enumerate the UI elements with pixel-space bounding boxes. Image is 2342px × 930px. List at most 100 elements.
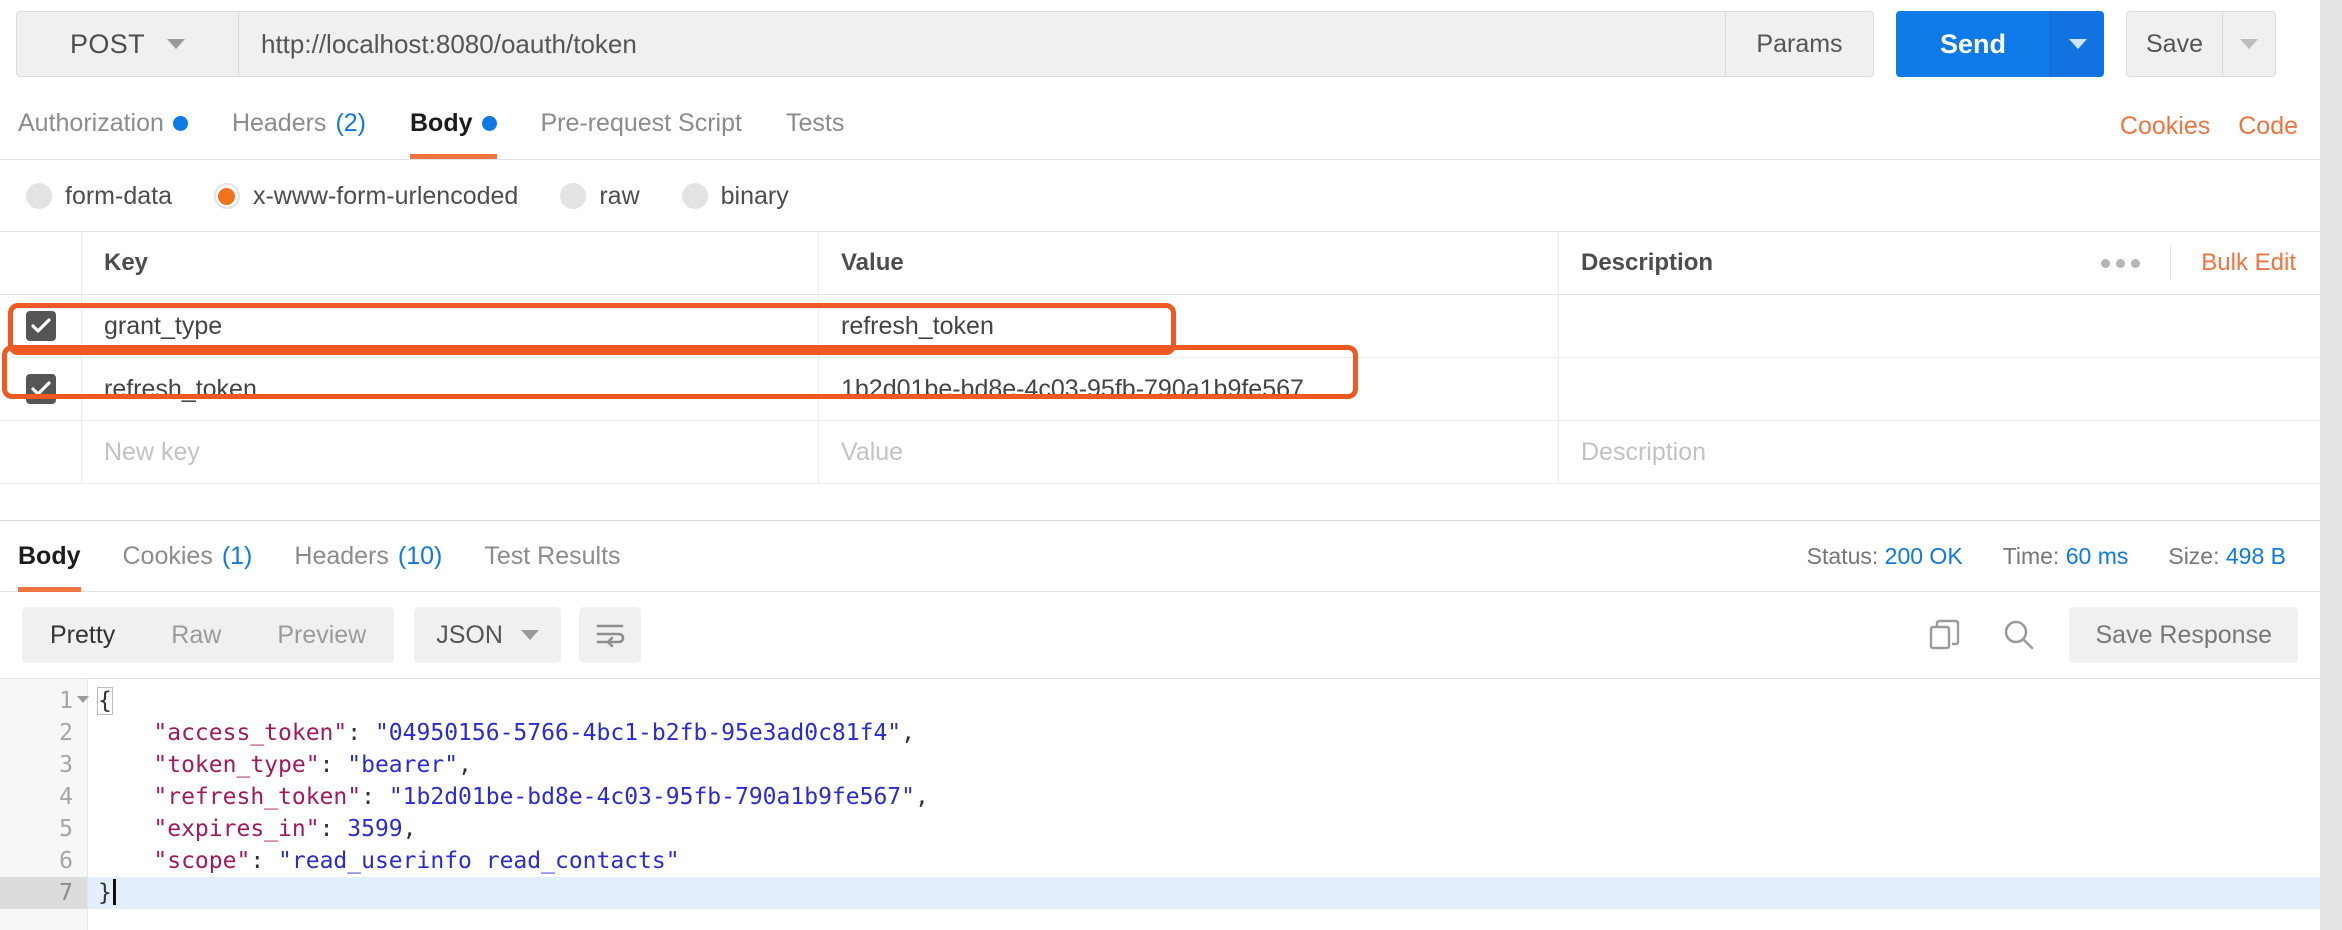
row-checkbox-checked[interactable]	[26, 374, 56, 404]
view-mode-preview[interactable]: Preview	[249, 607, 394, 663]
code-token: :	[250, 848, 278, 874]
format-selector[interactable]: JSON	[414, 607, 561, 663]
response-tab-test-results[interactable]: Test Results	[484, 520, 620, 592]
status-dot-icon	[173, 116, 188, 131]
view-mode-label: Preview	[277, 621, 366, 650]
size-meta: Size: 498 B	[2168, 543, 2286, 570]
row-description-cell[interactable]	[1559, 295, 2320, 357]
row-key-cell[interactable]: grant_type	[82, 295, 819, 357]
line-number: 7	[0, 877, 87, 909]
cookies-link[interactable]: Cookies	[2120, 112, 2210, 141]
wrap-lines-button[interactable]	[579, 607, 641, 663]
params-button[interactable]: Params	[1726, 11, 1874, 77]
more-options-icon[interactable]	[2071, 259, 2170, 268]
save-button[interactable]: Save	[2126, 11, 2222, 77]
radio-binary[interactable]: binary	[682, 182, 789, 211]
header-key-cell: Key	[82, 232, 819, 294]
response-tab-body[interactable]: Body	[18, 520, 81, 592]
line-number: 3	[0, 749, 87, 781]
request-url-bar: POST http://localhost:8080/oauth/token P…	[0, 0, 2320, 88]
search-button[interactable]	[1995, 611, 2043, 659]
row-checkbox-checked[interactable]	[26, 311, 56, 341]
row-checkbox-cell	[0, 421, 82, 483]
tab-label: Pre-request Script	[541, 109, 742, 138]
view-mode-label: Raw	[171, 621, 221, 650]
response-meta: Status: 200 OK Time: 60 ms Size: 498 B	[1807, 543, 2320, 570]
request-tabs-right-links: Cookies Code	[2120, 112, 2320, 159]
new-key-input[interactable]: New key	[82, 421, 819, 483]
line-number: 4	[0, 781, 87, 813]
table-row[interactable]: refresh_token 1b2d01be-bd8e-4c03-95fb-79…	[0, 358, 2320, 421]
url-input[interactable]: http://localhost:8080/oauth/token	[238, 11, 1726, 77]
code-token: "token_type"	[98, 752, 320, 778]
window-scrollbar-gutter[interactable]	[2320, 0, 2342, 930]
line-number: 2	[0, 717, 87, 749]
table-row[interactable]: grant_type refresh_token	[0, 295, 2320, 358]
row-description-cell[interactable]	[1559, 358, 2320, 420]
code-token: "04950156-5766-4bc1-b2fb-95e3ad0c81f4"	[375, 720, 901, 746]
code-link[interactable]: Code	[2238, 112, 2298, 141]
tab-body[interactable]: Body	[410, 87, 497, 159]
radio-form-data[interactable]: form-data	[26, 182, 172, 211]
table-row-new[interactable]: New key Value Description	[0, 421, 2320, 484]
tab-authorization[interactable]: Authorization	[18, 87, 188, 159]
format-label: JSON	[436, 621, 503, 650]
view-mode-raw[interactable]: Raw	[143, 607, 249, 663]
code-token: "bearer"	[347, 752, 458, 778]
response-body-editor[interactable]: 1234567 { "access_token": "04950156-5766…	[0, 678, 2320, 930]
new-description-input[interactable]: Description	[1559, 421, 2320, 483]
new-value-input[interactable]: Value	[819, 421, 1559, 483]
radio-x-www-form-urlencoded[interactable]: x-www-form-urlencoded	[214, 182, 518, 211]
code-line: "refresh_token": "1b2d01be-bd8e-4c03-95f…	[88, 781, 2320, 813]
radio-selected-icon	[214, 183, 240, 209]
tab-label: Body	[18, 542, 81, 571]
copy-button[interactable]	[1921, 611, 1969, 659]
header-description-label: Description	[1581, 249, 1713, 277]
bulk-edit-link[interactable]: Bulk Edit	[2171, 249, 2296, 277]
tab-label: Headers	[232, 109, 327, 138]
row-value-cell[interactable]: 1b2d01be-bd8e-4c03-95fb-790a1b9fe567	[819, 358, 1559, 420]
header-value-label: Value	[841, 249, 904, 277]
save-options-button[interactable]	[2222, 11, 2276, 77]
send-options-button[interactable]	[2050, 11, 2104, 77]
chevron-down-icon	[521, 630, 539, 640]
line-number: 1	[0, 685, 87, 717]
new-description-placeholder: Description	[1581, 438, 1706, 467]
body-type-radio-group: form-data x-www-form-urlencoded raw bina…	[0, 161, 2320, 231]
code-token: ,	[403, 816, 417, 842]
postman-window: POST http://localhost:8080/oauth/token P…	[0, 0, 2342, 930]
code-token: :	[347, 720, 375, 746]
response-tab-cookies[interactable]: Cookies (1)	[123, 520, 253, 592]
code-token: :	[361, 784, 389, 810]
tab-headers[interactable]: Headers (2)	[232, 87, 366, 159]
save-response-button[interactable]: Save Response	[2069, 607, 2298, 663]
code-line: "token_type": "bearer",	[88, 749, 2320, 781]
tab-label: Headers	[294, 542, 389, 571]
tab-tests[interactable]: Tests	[786, 87, 844, 159]
view-mode-label: Pretty	[50, 621, 115, 650]
request-tabs: Authorization Headers (2) Body Pre-reque…	[0, 88, 2320, 160]
row-value-cell[interactable]: refresh_token	[819, 295, 1559, 357]
time-label: Time:	[2003, 543, 2060, 569]
copy-icon	[1928, 618, 1962, 652]
radio-raw[interactable]: raw	[560, 182, 639, 211]
size-value: 498 B	[2226, 543, 2286, 569]
tab-count-badge: (10)	[398, 542, 442, 571]
response-toolbar: Pretty Raw Preview JSON	[0, 592, 2320, 678]
params-table-header: Key Value Description Bulk Edit	[0, 231, 2320, 295]
code-token: {	[98, 688, 112, 714]
view-mode-pretty[interactable]: Pretty	[22, 607, 143, 663]
response-tab-headers[interactable]: Headers (10)	[294, 520, 442, 592]
http-method-selector[interactable]: POST	[16, 11, 238, 77]
code-content[interactable]: { "access_token": "04950156-5766-4bc1-b2…	[88, 679, 2320, 930]
code-token: :	[320, 816, 348, 842]
send-button[interactable]: Send	[1896, 11, 2050, 77]
code-token: "expires_in"	[98, 816, 320, 842]
search-icon	[2002, 618, 2036, 652]
chevron-down-icon	[2069, 39, 2087, 49]
code-line: "access_token": "04950156-5766-4bc1-b2fb…	[88, 717, 2320, 749]
view-mode-segmented-control: Pretty Raw Preview	[22, 607, 394, 663]
radio-icon	[682, 183, 708, 209]
row-key-cell[interactable]: refresh_token	[82, 358, 819, 420]
tab-pre-request-script[interactable]: Pre-request Script	[541, 87, 742, 159]
